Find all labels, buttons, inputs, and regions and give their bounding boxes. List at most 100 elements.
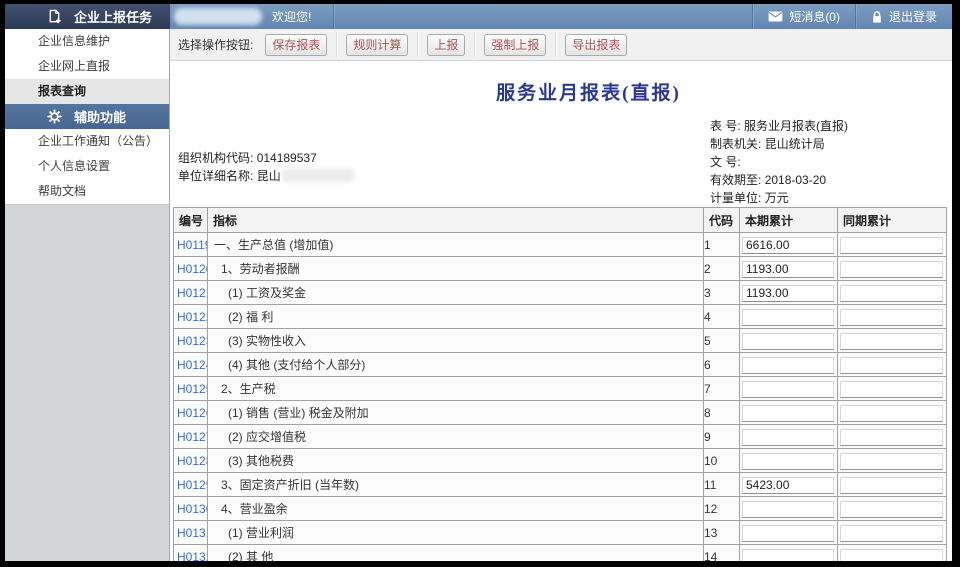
prior-period-cell <box>838 305 947 329</box>
current-period-cell <box>740 401 838 425</box>
prior-period-cell <box>838 257 947 281</box>
row-id-cell: H0127 <box>174 425 208 449</box>
report-area: 服务业月报表(直报) 组织机构代码: 014189537 单位详细名称: 昆山 … <box>170 61 952 561</box>
current-period-input[interactable] <box>742 237 834 254</box>
prior-period-cell <box>838 233 947 257</box>
meta-value: 2018-03-20 <box>765 173 826 187</box>
prior-period-cell <box>838 401 947 425</box>
prior-period-input[interactable] <box>840 429 943 446</box>
table-row: H0127(2) 应交增值税9 <box>174 425 947 449</box>
prior-period-input[interactable] <box>840 309 943 326</box>
prior-period-input[interactable] <box>840 357 943 374</box>
sidebar-item[interactable]: 企业工作通知（公告） <box>5 129 169 154</box>
meta-line: 文 号: <box>710 153 848 171</box>
prior-period-input[interactable] <box>840 525 943 542</box>
sidebar-item[interactable]: 报表查询 <box>5 79 169 104</box>
row-code-link[interactable]: H0125 <box>174 382 208 396</box>
table-row: H01252、生产税7 <box>174 377 947 401</box>
prior-period-input[interactable] <box>840 285 943 302</box>
row-code-link[interactable]: H0126 <box>174 406 208 420</box>
current-period-input[interactable] <box>742 381 834 398</box>
save-report-button[interactable]: 保存报表 <box>265 34 327 56</box>
table-row: H01304、营业盈余12 <box>174 497 947 521</box>
row-code-link[interactable]: H0124 <box>174 358 208 372</box>
current-period-input[interactable] <box>742 453 834 470</box>
unit-name-value: 昆山 <box>257 169 281 183</box>
current-period-input[interactable] <box>742 525 834 542</box>
force-submit-button[interactable]: 强制上报 <box>484 34 546 56</box>
current-period-input[interactable] <box>742 285 834 302</box>
current-period-input[interactable] <box>742 501 834 518</box>
prior-period-cell <box>838 377 947 401</box>
messages-link[interactable]: 短消息(0) <box>753 4 855 29</box>
report-title: 服务业月报表(直报) <box>170 78 952 105</box>
row-code-link[interactable]: H0129 <box>174 478 208 492</box>
sidebar-group-enterprise-tasks: 企业信息维护企业网上直报报表查询 <box>5 29 169 104</box>
sidebar-item[interactable]: 企业网上直报 <box>5 54 169 79</box>
indicator-cell: 1、劳动者报酬 <box>208 257 704 281</box>
current-period-input[interactable] <box>742 309 834 326</box>
row-code-link[interactable]: H0127 <box>174 430 208 444</box>
unit-name-label: 单位详细名称: <box>178 169 253 183</box>
indicator-cell: 2、生产税 <box>208 377 704 401</box>
sidebar-item[interactable]: 个人信息设置 <box>5 154 169 179</box>
meta-label: 表 号: <box>710 119 741 133</box>
welcome-text: 欢迎您! <box>272 8 311 25</box>
unit-name-redacted <box>282 169 354 182</box>
prior-period-input[interactable] <box>840 549 943 562</box>
current-period-input[interactable] <box>742 429 834 446</box>
indicator-cell: (1) 销售 (营业) 税金及附加 <box>208 401 704 425</box>
sidebar-group-auxiliary: 企业工作通知（公告）个人信息设置帮助文档 <box>5 129 169 204</box>
export-report-button[interactable]: 导出报表 <box>565 34 627 56</box>
row-code-link[interactable]: H0119 <box>174 238 208 252</box>
sidebar-section-enterprise-tasks[interactable]: 企业上报任务 <box>5 4 170 29</box>
table-row: H0131(1) 营业利润13 <box>174 521 947 545</box>
row-code-link[interactable]: H0121 <box>174 286 208 300</box>
row-code-link[interactable]: H0123 <box>174 334 208 348</box>
prior-period-input[interactable] <box>840 381 943 398</box>
prior-period-input[interactable] <box>840 501 943 518</box>
current-period-input[interactable] <box>742 357 834 374</box>
row-code-link[interactable]: H0120 <box>174 262 208 276</box>
sidebar: 企业信息维护企业网上直报报表查询 辅助功能 企业工作通知（公告）个人信息设 <box>5 29 170 561</box>
report-table: 编号 指标 代码 本期累计 同期累计 H0119一、生产总值 (增加值)1H01… <box>173 207 947 561</box>
submit-button[interactable]: 上报 <box>427 34 465 56</box>
current-period-input[interactable] <box>742 261 834 278</box>
prior-period-input[interactable] <box>840 261 943 278</box>
row-code-link[interactable]: H0130 <box>174 502 208 516</box>
current-period-input[interactable] <box>742 477 834 494</box>
current-period-input[interactable] <box>742 549 834 562</box>
section-label: 企业上报任务 <box>74 7 152 26</box>
indicator-cell: (1) 营业利润 <box>208 521 704 545</box>
prior-period-cell <box>838 281 947 305</box>
current-period-input[interactable] <box>742 333 834 350</box>
current-period-cell <box>740 257 838 281</box>
messages-label: 短消息(0) <box>789 8 840 25</box>
indicator-cell: (2) 福 利 <box>208 305 704 329</box>
current-period-input[interactable] <box>742 405 834 422</box>
current-period-cell <box>740 449 838 473</box>
logout-link[interactable]: 退出登录 <box>856 4 952 29</box>
toolbar-separator <box>336 32 337 57</box>
sidebar-section-auxiliary[interactable]: 辅助功能 <box>5 104 169 129</box>
prior-period-input[interactable] <box>840 405 943 422</box>
row-code-link[interactable]: H0122 <box>174 310 208 324</box>
prior-period-input[interactable] <box>840 453 943 470</box>
table-row: H0122(2) 福 利4 <box>174 305 947 329</box>
report-meta: 表 号: 服务业月报表(直报)制表机关: 昆山统计局文 号: 有效期至: 201… <box>710 117 848 207</box>
row-code-link[interactable]: H0128 <box>174 454 208 468</box>
indicator-cell: (3) 其他税费 <box>208 449 704 473</box>
sidebar-item[interactable]: 企业信息维护 <box>5 29 169 54</box>
user-name-redacted <box>174 8 262 25</box>
meta-value: 万元 <box>765 191 789 205</box>
prior-period-input[interactable] <box>840 477 943 494</box>
current-period-cell <box>740 473 838 497</box>
row-code-link[interactable]: H0132 <box>174 550 208 562</box>
row-code-link[interactable]: H0131 <box>174 526 208 540</box>
prior-period-input[interactable] <box>840 333 943 350</box>
row-id-cell: H0128 <box>174 449 208 473</box>
column-header-indicator: 指标 <box>208 208 704 233</box>
sidebar-item[interactable]: 帮助文档 <box>5 179 169 204</box>
prior-period-input[interactable] <box>840 237 943 254</box>
rule-calc-button[interactable]: 规则计算 <box>346 34 408 56</box>
